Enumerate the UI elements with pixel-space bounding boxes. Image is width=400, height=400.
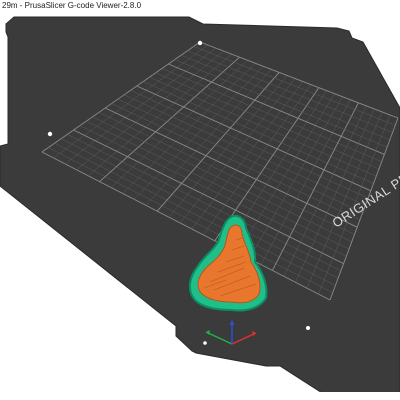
bed-hole — [197, 40, 203, 46]
bed-hole — [203, 341, 207, 345]
bed-hole — [306, 326, 310, 330]
print-bed-plate — [0, 16, 400, 399]
status-bar — [0, 392, 400, 400]
app-window: 29m - PrusaSlicer G-code Viewer-2.8.0 OR… — [0, 0, 400, 400]
bed-hole — [47, 131, 53, 137]
scene-canvas[interactable]: ORIGINAL PRUSA — [0, 0, 400, 400]
3d-viewport[interactable]: ORIGINAL PRUSA — [0, 13, 400, 400]
